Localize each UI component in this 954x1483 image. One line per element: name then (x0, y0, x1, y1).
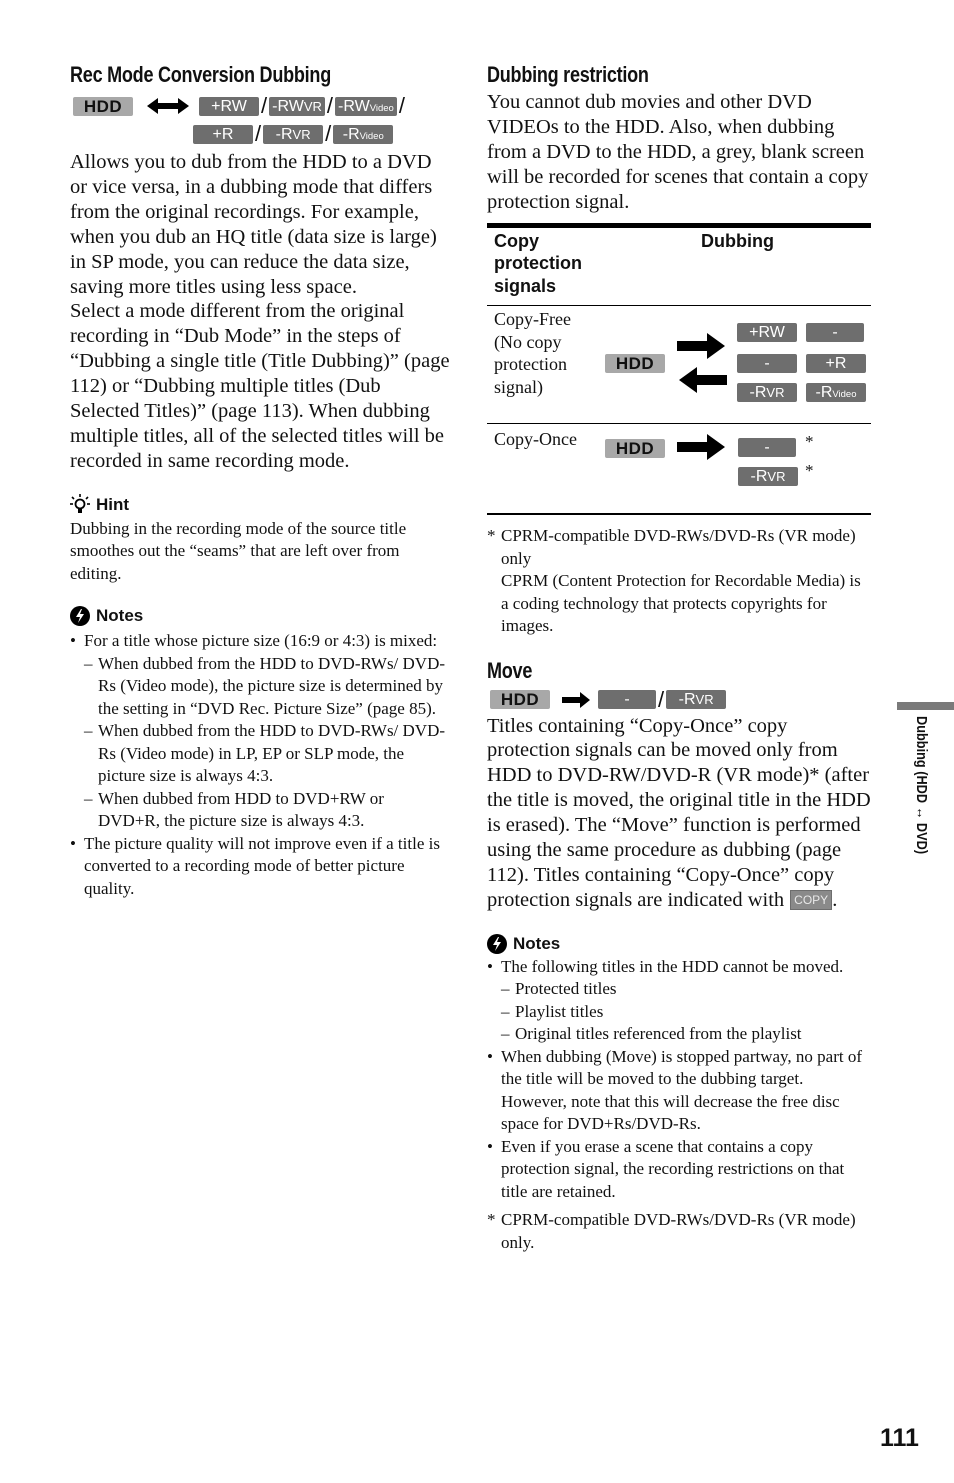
notes-label: Notes (513, 933, 561, 953)
footnote-line-1: CPRM-compatible DVD-RWs/DVD-Rs (VR mode)… (501, 526, 856, 568)
copy-once-icon: COPY (790, 889, 833, 910)
caution-icon (70, 606, 90, 627)
media-plus-rw-badge: +RW (737, 323, 797, 343)
left-column: Rec Mode Conversion Dubbing HDD +RW / -R… (70, 60, 450, 900)
media-plus-r-badge: +R (193, 124, 253, 144)
media-minus-r-video-badge: -RVideo (806, 383, 866, 403)
footnote-star: * (487, 1210, 496, 1230)
notes-list-left: For a title whose picture size (16:9 or … (70, 630, 450, 900)
notes-heading-left: Notes (70, 605, 450, 627)
media-minus-rw-video-badge: -RWVideo (335, 96, 397, 116)
media-minus-r-vr-badge: -RVR (666, 690, 727, 710)
rec-mode-paragraph-2: Select a mode different from the origina… (70, 300, 450, 472)
footnote-star: * (487, 526, 496, 546)
header-copy-protection: Copy protection signals (494, 230, 582, 296)
right-column: Dubbing restriction You cannot dub movie… (487, 60, 871, 1254)
note-sublist: When dubbed from the HDD to DVD-RWs/ DVD… (84, 653, 450, 833)
hint-text: Dubbing in the recording mode of the sou… (70, 518, 407, 583)
asterisk-mark: * (805, 432, 814, 452)
note-subitem: Playlist titles (501, 1001, 871, 1024)
hdd-badge: HDD (490, 690, 550, 710)
rec-mode-paragraph-1: Allows you to dub from the HDD to a DVD … (70, 151, 437, 298)
hdd-badge: HDD (73, 96, 133, 116)
note-item: The following titles in the HDD cannot b… (487, 956, 871, 1046)
section-tab-label: Dubbing (HDD ↔ DVD) (913, 716, 930, 855)
lightbulb-icon (70, 493, 90, 513)
note-item: For a title whose picture size (16:9 or … (70, 630, 450, 833)
slash-separator: / (325, 121, 332, 146)
table-row-copy-once: Copy-Once HDD -RWVR * -RVR * (487, 423, 871, 513)
slash-separator: / (255, 121, 262, 146)
note-subitem: Protected titles (501, 978, 871, 1001)
page-number: 111 (880, 1424, 919, 1452)
arrow-right-icon (677, 434, 725, 461)
hint-heading: Hint (70, 493, 450, 516)
arrow-left-icon (679, 367, 727, 394)
media-minus-r-vr-badge: -RVR (738, 467, 798, 487)
slash-separator: / (326, 93, 334, 118)
hdd-badge: HDD (605, 439, 665, 459)
note-item: When dubbing (Move) is stopped partway, … (487, 1046, 871, 1136)
hdd-badge: HDD (605, 354, 665, 374)
rec-mode-title: Rec Mode Conversion Dubbing (70, 62, 331, 87)
media-plus-rw-badge: +RW (199, 96, 259, 116)
double-arrow-icon (147, 98, 189, 114)
note-item: The picture quality will not improve eve… (70, 833, 450, 901)
arrow-right-icon (562, 691, 590, 708)
notes-label: Notes (96, 606, 144, 626)
notes-list-right: The following titles in the HDD cannot b… (487, 956, 871, 1204)
media-minus-r-video-badge: -RVideo (333, 124, 394, 144)
media-plus-r-badge: +R (806, 354, 866, 374)
note-sublist: Protected titles Playlist titles Origina… (501, 978, 871, 1046)
row-label: Copy-Once (494, 429, 577, 450)
media-minus-rw-vr-badge: -RWVR (598, 690, 656, 727)
footnote-line-2: CPRM (Content Protection for Recordable … (501, 571, 861, 636)
media-minus-rw-video-badge: -RWVideo (737, 354, 797, 391)
row-label: Copy-Free (No copy protection signal) (494, 309, 571, 397)
notes-heading-right: Notes (487, 933, 871, 955)
hint-label: Hint (96, 494, 130, 514)
move-media-row: HDD -RWVR / -RVR (487, 686, 871, 727)
dubbing-restriction-text: You cannot dub movies and other DVD VIDE… (487, 91, 869, 213)
dubbing-restriction-title: Dubbing restriction (487, 62, 649, 87)
caution-icon (487, 933, 507, 954)
media-minus-r-vr-badge: -RVR (737, 383, 797, 403)
media-minus-rw-vr-badge: -RWVR (806, 323, 864, 360)
slash-separator: / (658, 686, 665, 712)
move-text: Titles containing “Copy-Once” copy prote… (487, 714, 871, 911)
note-subitem: When dubbed from the HDD to DVD-RWs/ DVD… (84, 720, 450, 788)
slash-separator: / (398, 93, 405, 118)
section-tab-marker (897, 702, 954, 710)
rec-mode-media-row-1: HDD +RW / -RWVR / -RWVideo / (70, 92, 450, 120)
note-subitem: When dubbed from the HDD to DVD-RWs/ DVD… (84, 653, 450, 721)
asterisk-mark: * (805, 461, 814, 481)
footnote-cprm-2: * CPRM-compatible DVD-RWs/DVD-Rs (VR mod… (487, 1210, 856, 1252)
table-header: Copy protection signals Dubbing (487, 228, 871, 307)
table-row-copy-free: Copy-Free (No copy protection signal) HD… (487, 306, 871, 423)
copy-protection-table: Copy protection signals Dubbing Copy-Fre… (487, 222, 871, 516)
rec-mode-media-row-2: +R / -RVR / -RVideo (70, 120, 450, 148)
arrow-right-icon (677, 333, 725, 360)
header-dubbing: Dubbing (701, 230, 774, 251)
note-subitem: When dubbed from HDD to DVD+RW or DVD+R,… (84, 788, 450, 833)
note-subitem: Original titles referenced from the play… (501, 1023, 871, 1046)
media-minus-rw-vr-badge: -RWVR (738, 438, 796, 475)
slash-separator: / (261, 93, 268, 118)
note-item: Even if you erase a scene that contains … (487, 1136, 871, 1204)
move-title: Move (487, 657, 533, 683)
media-minus-rw-vr-badge: -RWVR (269, 96, 325, 116)
media-minus-r-vr-badge: -RVR (263, 124, 324, 144)
footnote-cprm: * CPRM-compatible DVD-RWs/DVD-Rs (VR mod… (487, 525, 871, 638)
